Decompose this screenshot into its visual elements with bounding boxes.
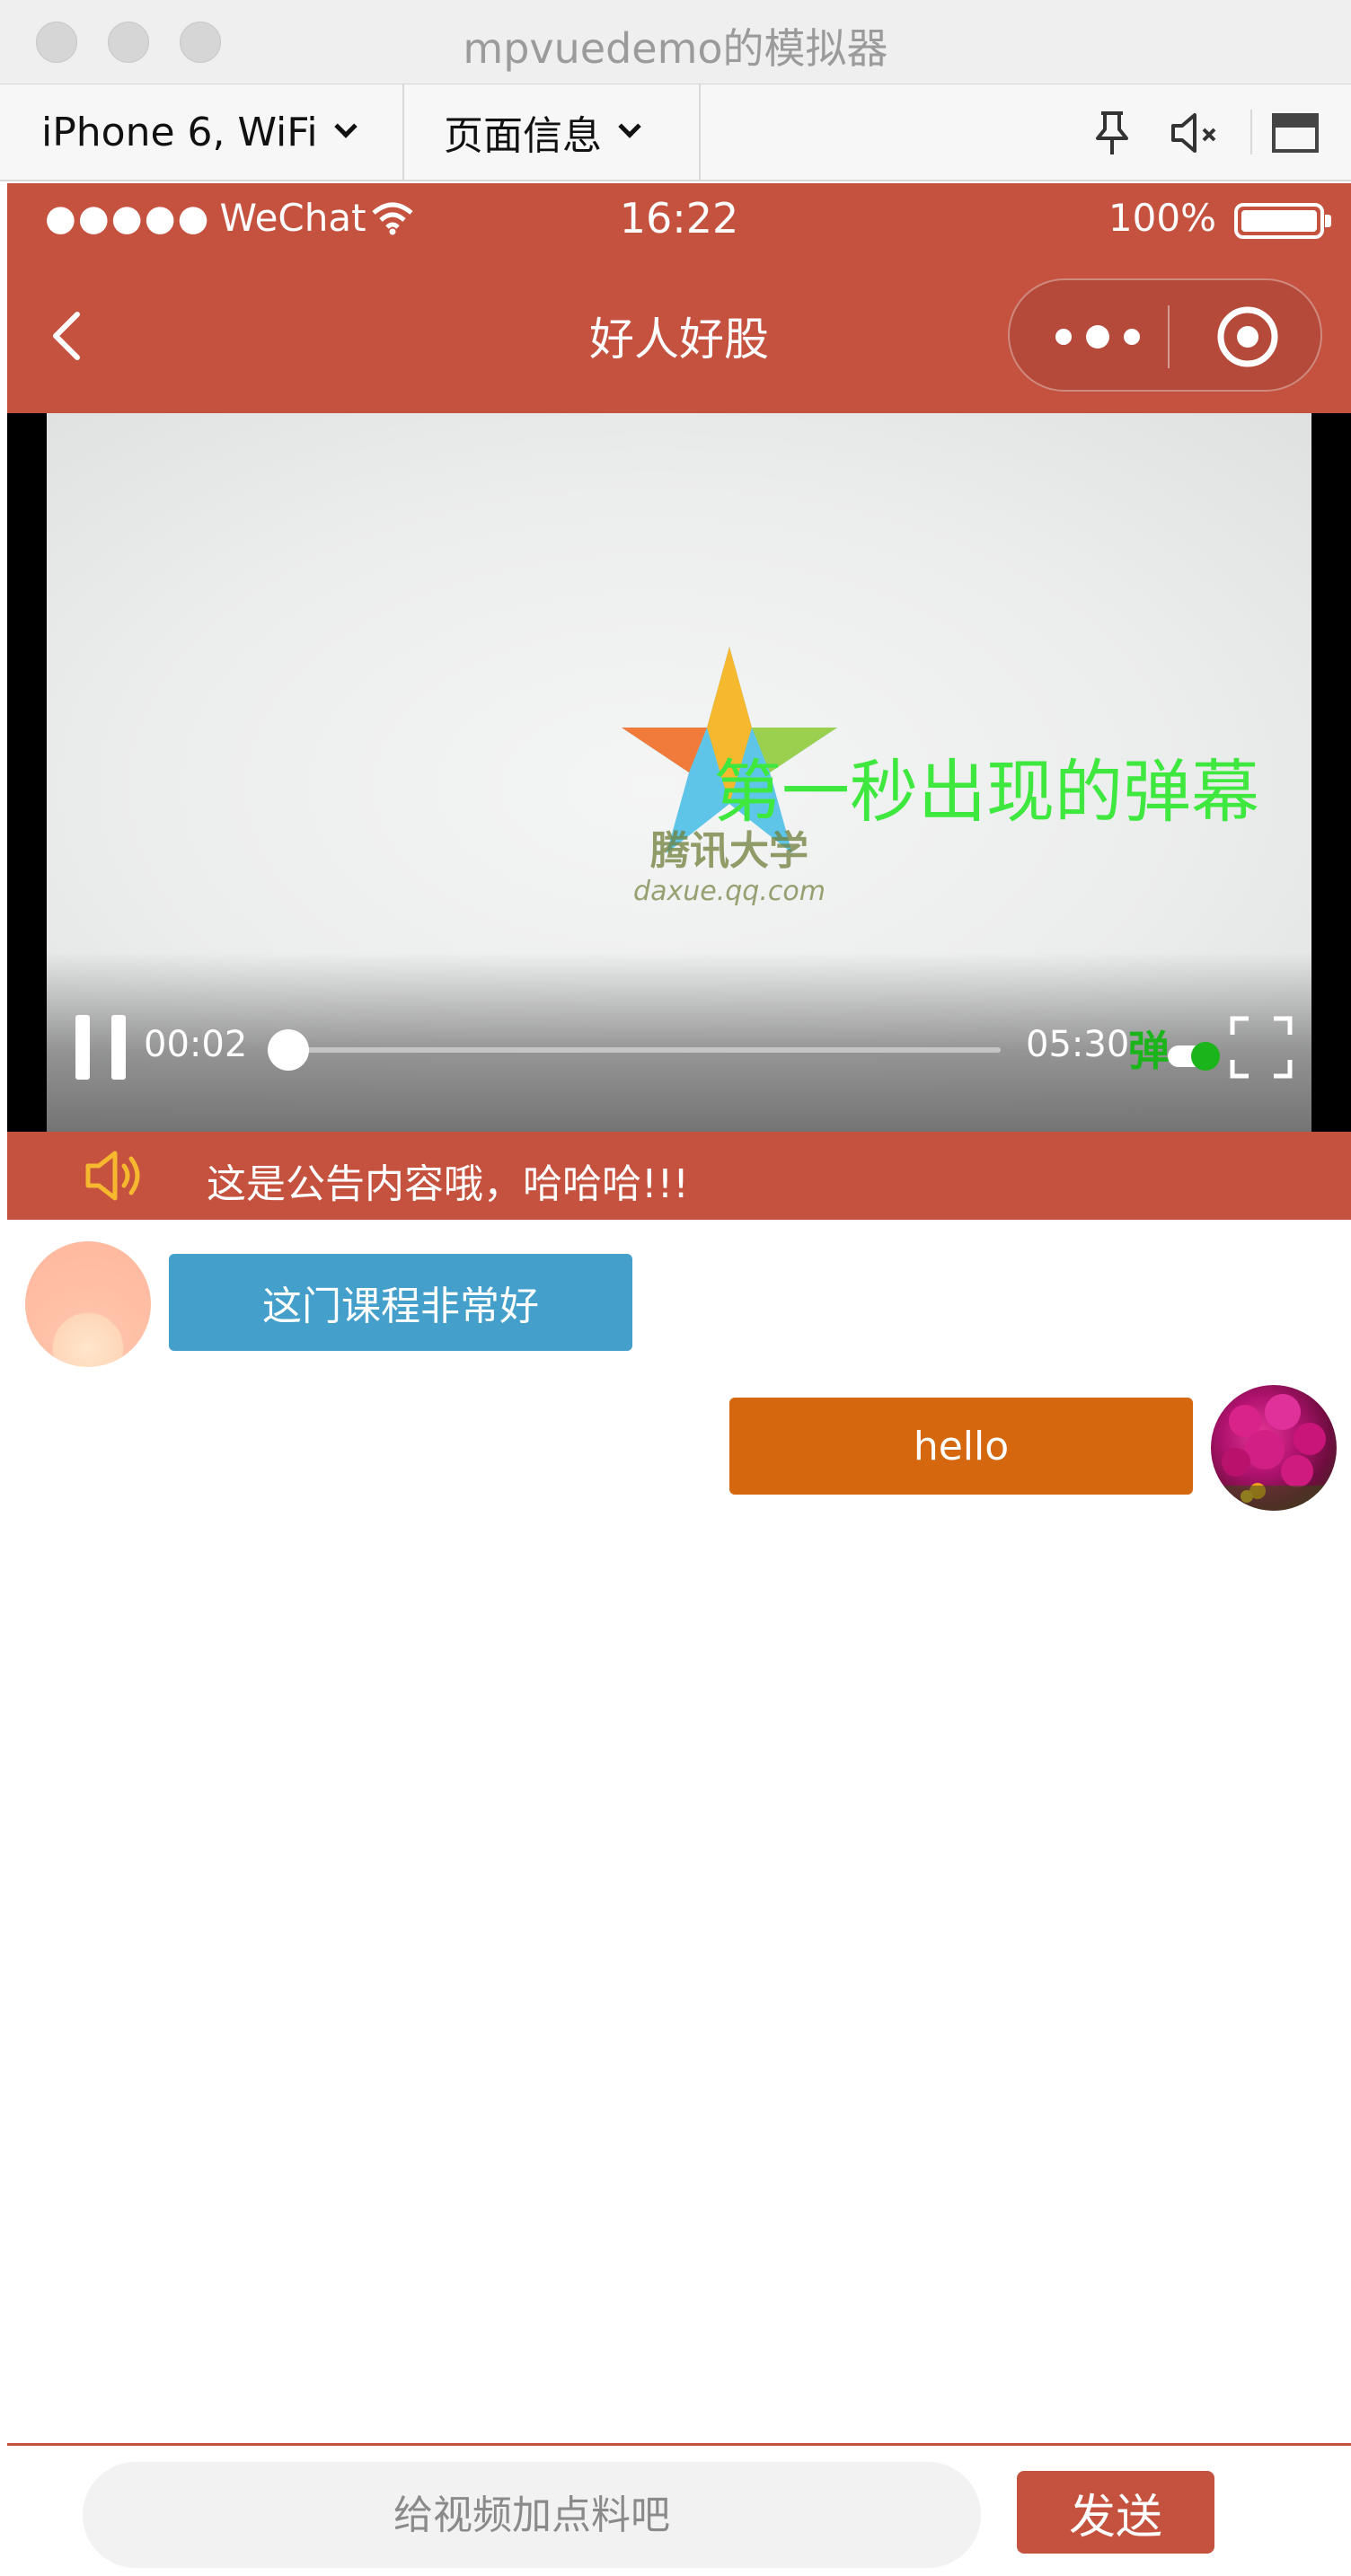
chevron-down-icon [618, 115, 641, 138]
toolbar-divider [1250, 110, 1252, 154]
toolbar-divider [699, 84, 701, 180]
fullscreen-icon[interactable] [1229, 1015, 1294, 1080]
nav-bar: 好人好股 [7, 259, 1351, 413]
duration-time: 05:30 [1026, 1024, 1130, 1065]
chat-bubble-sent: hello [729, 1398, 1193, 1495]
pin-icon[interactable] [1085, 106, 1139, 160]
video-frame[interactable]: 腾讯大学 daxue.qq.com 第一秒出现的弹幕 00:02 05:30 弹 [47, 413, 1311, 1132]
danmaku-message: 第一秒出现的弹幕 [713, 752, 1259, 832]
notice-bar: 这是公告内容哦，哈哈哈!!! [7, 1132, 1351, 1220]
logo-subtext: daxue.qq.com [633, 876, 826, 907]
page-info-select[interactable]: 页面信息 [444, 84, 641, 180]
chat-list: 这门课程非常好 hello [7, 1220, 1351, 2443]
notice-text: 这是公告内容哦，哈哈哈!!! [207, 1161, 689, 1207]
speaker-icon [85, 1151, 140, 1201]
phone-status-bar: ●●●●● WeChat 16:22 100% [7, 183, 1351, 259]
device-select-label: iPhone 6, WiFi [41, 109, 318, 155]
progress-track[interactable] [267, 1029, 1001, 1071]
chat-bubble-received: 这门课程非常好 [169, 1254, 632, 1351]
device-select[interactable]: iPhone 6, WiFi [41, 84, 358, 180]
window-title: mpvuedemo的模拟器 [463, 24, 888, 73]
simulator-window: mpvuedemo的模拟器 iPhone 6, WiFi 页面信息 ●●●●● [0, 0, 1351, 2576]
battery-icon [1234, 203, 1331, 239]
danmaku-toggle-label[interactable]: 弹 [1128, 1019, 1170, 1078]
avatar [1211, 1385, 1337, 1511]
capsule-divider [1168, 305, 1170, 368]
page-info-label: 页面信息 [444, 113, 602, 159]
current-time: 00:02 [144, 1024, 248, 1065]
battery-percent: 100% [1108, 196, 1216, 240]
danmaku-input[interactable] [83, 2462, 981, 2568]
toolbar-divider [402, 84, 404, 180]
chevron-down-icon [333, 115, 358, 138]
more-icon[interactable] [1044, 314, 1152, 359]
send-button[interactable]: 发送 [1017, 2471, 1214, 2554]
window-titlebar: mpvuedemo的模拟器 [0, 0, 1351, 84]
progress-thumb[interactable] [267, 1029, 309, 1071]
menu-capsule [1008, 278, 1322, 392]
comment-bar: 发送 [7, 2443, 1351, 2576]
video-controls: 00:02 05:30 弹 [47, 952, 1311, 1132]
mute-icon[interactable] [1168, 106, 1222, 160]
pause-button[interactable] [75, 1015, 126, 1080]
avatar [25, 1241, 151, 1367]
window-toggle-icon[interactable] [1268, 106, 1322, 160]
flower-avatar-image [1211, 1394, 1337, 1511]
close-miniprogram-icon[interactable] [1214, 304, 1281, 370]
danmaku-switch[interactable] [1168, 1042, 1220, 1071]
video-player[interactable]: 腾讯大学 daxue.qq.com 第一秒出现的弹幕 00:02 05:30 弹 [7, 413, 1351, 1132]
simulator-toolbar: iPhone 6, WiFi 页面信息 [0, 84, 1351, 181]
